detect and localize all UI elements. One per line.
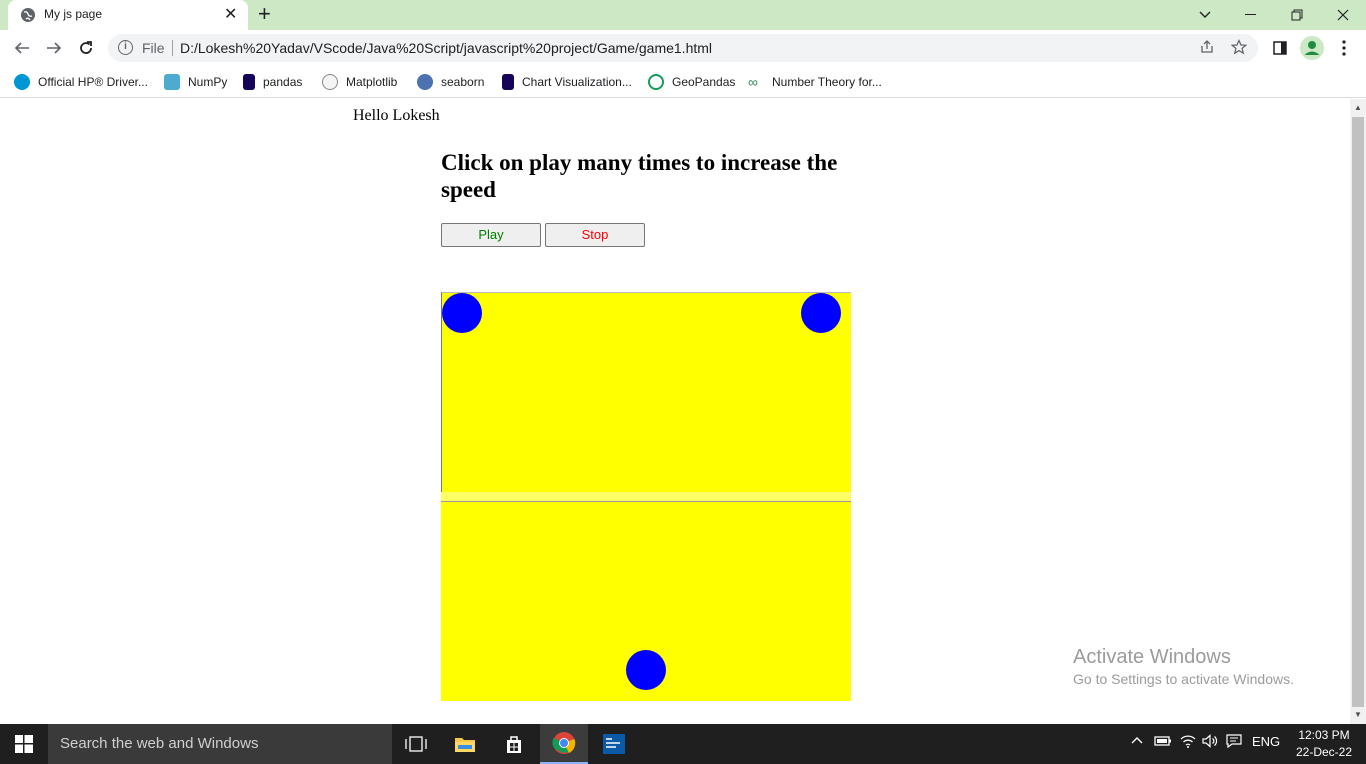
file-label: File xyxy=(142,40,165,56)
windows-logo-icon xyxy=(15,735,33,753)
page-scrollbar[interactable]: ▲ ▼ xyxy=(1350,99,1366,724)
address-separator xyxy=(172,40,173,56)
side-panel-icon[interactable] xyxy=(1268,36,1292,60)
dev-app-button[interactable] xyxy=(590,724,638,764)
page-heading: Click on play many times to increase the… xyxy=(441,150,838,202)
file-explorer-button[interactable] xyxy=(441,724,489,764)
profile-avatar[interactable] xyxy=(1300,36,1324,60)
windows-taskbar: Search the web and Windows ENG 12:03 PM … xyxy=(0,724,1366,764)
clock-date: 22-Dec-22 xyxy=(1295,745,1353,759)
close-window-button[interactable] xyxy=(1320,0,1366,30)
play-button[interactable]: Play xyxy=(441,223,541,247)
bookmark-pandas[interactable]: pandas xyxy=(243,72,302,92)
menu-dots-icon[interactable] xyxy=(1332,36,1356,60)
ball xyxy=(626,650,666,690)
browser-tab[interactable]: My js page ✕ xyxy=(8,0,248,30)
ball xyxy=(801,293,841,333)
bookmark-numpy[interactable]: NumPy xyxy=(164,72,227,92)
show-hidden-icons[interactable] xyxy=(1130,734,1144,751)
game-canvas-top[interactable] xyxy=(441,292,851,492)
info-icon[interactable]: i xyxy=(118,40,133,55)
seaborn-icon xyxy=(417,74,433,90)
volume-icon[interactable] xyxy=(1202,734,1220,751)
hp-icon xyxy=(14,74,30,90)
tab-title: My js page xyxy=(44,7,103,21)
reload-icon xyxy=(80,41,92,54)
bookmark-star-icon[interactable] xyxy=(1230,39,1248,57)
watermark-title: Activate Windows xyxy=(1073,646,1231,668)
new-tab-button[interactable]: + xyxy=(258,2,271,26)
scroll-thumb[interactable] xyxy=(1352,117,1364,707)
matplotlib-icon xyxy=(322,74,338,90)
stop-button[interactable]: Stop xyxy=(545,223,645,247)
dev-app-icon xyxy=(603,734,625,754)
bookmark-number-theory[interactable]: ∞ Number Theory for... xyxy=(748,72,882,92)
browser-titlebar: My js page ✕ + xyxy=(0,0,1366,30)
taskbar-search-placeholder: Search the web and Windows xyxy=(60,735,259,752)
address-bar[interactable]: i File D:/Lokesh%20Yadav/VScode/Java%20S… xyxy=(108,34,1258,62)
bookmark-hp[interactable]: Official HP® Driver... xyxy=(14,72,148,92)
clock-time: 12:03 PM xyxy=(1298,728,1350,742)
scroll-down-icon[interactable]: ▼ xyxy=(1350,708,1366,722)
ball xyxy=(442,293,482,333)
notifications-icon[interactable] xyxy=(1226,734,1242,751)
tab-search-icon[interactable] xyxy=(1182,0,1228,30)
infinity-icon: ∞ xyxy=(748,74,758,90)
pandas-icon xyxy=(243,74,255,90)
arrow-left-icon xyxy=(14,42,29,54)
url-text[interactable]: D:/Lokesh%20Yadav/VScode/Java%20Script/j… xyxy=(180,40,712,56)
chrome-taskbar-button[interactable] xyxy=(540,724,588,764)
language-indicator[interactable]: ENG xyxy=(1252,734,1280,749)
bookmark-matplotlib[interactable]: Matplotlib xyxy=(322,72,397,92)
taskbar-clock[interactable]: 12:03 PM 22-Dec-22 xyxy=(1292,727,1356,761)
pandas-icon xyxy=(502,74,514,90)
restore-button[interactable] xyxy=(1274,0,1320,30)
bookmark-seaborn[interactable]: seaborn xyxy=(417,72,484,92)
game-canvas-bottom[interactable] xyxy=(441,501,851,701)
watermark-subtitle: Go to Settings to activate Windows. xyxy=(1073,671,1294,687)
geopandas-icon xyxy=(648,74,664,90)
task-view-icon xyxy=(405,736,427,752)
reload-button[interactable] xyxy=(74,36,98,60)
greeting-text: Hello Lokesh xyxy=(353,107,440,124)
taskbar-search[interactable]: Search the web and Windows xyxy=(48,724,392,764)
bookmarks-bar: Official HP® Driver... NumPy pandas Matp… xyxy=(0,66,1366,98)
browser-toolbar: i File D:/Lokesh%20Yadav/VScode/Java%20S… xyxy=(0,30,1366,66)
bookmark-chart-visualization[interactable]: Chart Visualization... xyxy=(502,72,632,92)
minimize-button[interactable] xyxy=(1228,0,1274,30)
wifi-icon[interactable] xyxy=(1180,734,1196,751)
scroll-up-icon[interactable]: ▲ xyxy=(1350,101,1366,115)
start-button[interactable] xyxy=(0,724,48,764)
folder-icon xyxy=(455,738,475,752)
store-bag-icon xyxy=(507,736,521,753)
canvas-divider xyxy=(441,492,851,501)
back-button[interactable] xyxy=(10,36,34,60)
chrome-icon xyxy=(552,732,576,754)
numpy-icon xyxy=(164,74,180,90)
task-view-button[interactable] xyxy=(392,724,440,764)
activation-watermark: Activate Windows Go to Settings to activ… xyxy=(1073,646,1294,687)
share-icon[interactable] xyxy=(1198,39,1216,57)
page-viewport: Hello Lokesh Click on play many times to… xyxy=(0,99,1350,724)
bookmark-geopandas[interactable]: GeoPandas xyxy=(648,72,735,92)
arrow-right-icon xyxy=(47,42,62,54)
battery-icon[interactable] xyxy=(1154,734,1172,751)
store-button[interactable] xyxy=(490,724,538,764)
forward-button[interactable] xyxy=(42,36,66,60)
globe-icon xyxy=(21,8,35,22)
tab-close-icon[interactable]: ✕ xyxy=(224,5,237,25)
